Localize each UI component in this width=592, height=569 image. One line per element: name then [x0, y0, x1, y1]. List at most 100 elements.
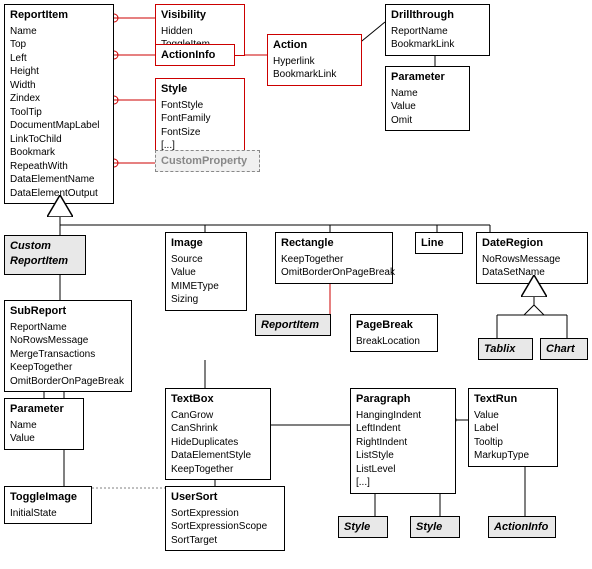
report-item-zindex: Zindex	[10, 92, 108, 106]
report-item-ref-box: ReportItem	[255, 314, 331, 336]
pagebreak-title: PageBreak	[356, 318, 432, 333]
rectangle-title: Rectangle	[281, 236, 387, 251]
line-title: Line	[421, 236, 457, 251]
image-mimetype: MIMEType	[171, 280, 241, 294]
report-item-box: ReportItem Name Top Left Height Width Zi…	[4, 4, 114, 204]
paragraph-listlevel: ListLevel	[356, 463, 450, 477]
chart-title: Chart	[546, 342, 582, 357]
rectangle-box: Rectangle KeepTogether OmitBorderOnPageB…	[275, 232, 393, 284]
drillthrough-reportname: ReportName	[391, 25, 484, 39]
report-item-height: Height	[10, 65, 108, 79]
textrun-value: Value	[474, 409, 552, 423]
usersort-box: UserSort SortExpression SortExpressionSc…	[165, 486, 285, 551]
rectangle-keeptogether: KeepTogether	[281, 253, 387, 267]
custom-property-box: CustomProperty	[155, 150, 260, 172]
paragraph-hangindent: HangingIndent	[356, 409, 450, 423]
parameter-top-name: Name	[391, 87, 464, 101]
textrun-label: Label	[474, 422, 552, 436]
style-ref2-box: Style	[410, 516, 460, 538]
report-item-width: Width	[10, 79, 108, 93]
style-fontfamily: FontFamily	[161, 112, 239, 126]
actioninfo-ref-title: ActionInfo	[494, 520, 550, 535]
report-item-linktochild: LinkToChild	[10, 133, 108, 147]
custom-report-item-title: CustomReportItem	[10, 239, 80, 269]
inheritance-triangle-dateregion	[521, 275, 547, 297]
parameter-top-omit: Omit	[391, 114, 464, 128]
paragraph-box: Paragraph HangingIndent LeftIndent Right…	[350, 388, 456, 494]
parameter-top-title: Parameter	[391, 70, 464, 85]
custom-property-title: CustomProperty	[161, 154, 254, 169]
paragraph-title: Paragraph	[356, 392, 450, 407]
image-sizing: Sizing	[171, 293, 241, 307]
subreport-mergetrans: MergeTransactions	[10, 348, 126, 362]
paragraph-rightindent: RightIndent	[356, 436, 450, 450]
image-title: Image	[171, 236, 241, 251]
drillthrough-box: Drillthrough ReportName BookmarkLink	[385, 4, 490, 56]
subreport-norows: NoRowsMessage	[10, 334, 126, 348]
tablix-box: Tablix	[478, 338, 533, 360]
usersort-sortexprscope: SortExpressionScope	[171, 520, 279, 534]
usersort-sorttarget: SortTarget	[171, 534, 279, 548]
paragraph-leftindent: LeftIndent	[356, 422, 450, 436]
drillthrough-bookmarklink: BookmarkLink	[391, 38, 484, 52]
parameter-sub-value: Value	[10, 432, 78, 446]
image-box: Image Source Value MIMEType Sizing	[165, 232, 247, 311]
pagebreak-box: PageBreak BreakLocation	[350, 314, 438, 352]
report-item-repeatwith: RepeathWith	[10, 160, 108, 174]
date-region-norows: NoRowsMessage	[482, 253, 582, 267]
parameter-sub-title: Parameter	[10, 402, 78, 417]
action-info-title: ActionInfo	[161, 48, 229, 63]
diagram: ReportItem Name Top Left Height Width Zi…	[0, 0, 592, 569]
textbox-canshrink: CanShrink	[171, 422, 265, 436]
chart-box: Chart	[540, 338, 588, 360]
action-bookmarklink: BookmarkLink	[273, 68, 356, 82]
drillthrough-title: Drillthrough	[391, 8, 484, 23]
report-item-title: ReportItem	[10, 8, 108, 23]
style-fontstyle: FontStyle	[161, 99, 239, 113]
textbox-hideduplicates: HideDuplicates	[171, 436, 265, 450]
custom-report-item-box: CustomReportItem	[4, 235, 86, 275]
usersort-sortexpr: SortExpression	[171, 507, 279, 521]
report-item-name: Name	[10, 25, 108, 39]
date-region-title: DateRegion	[482, 236, 582, 251]
inheritance-triangle-main	[47, 195, 73, 217]
image-value: Value	[171, 266, 241, 280]
style-ref2-title: Style	[416, 520, 454, 535]
style-box: Style FontStyle FontFamily FontSize [...…	[155, 78, 245, 157]
parameter-top-box: Parameter Name Value Omit	[385, 66, 470, 131]
usersort-title: UserSort	[171, 490, 279, 505]
style-fontsize: FontSize	[161, 126, 239, 140]
style-title: Style	[161, 82, 239, 97]
subreport-box: SubReport ReportName NoRowsMessage Merge…	[4, 300, 132, 392]
tablix-title: Tablix	[484, 342, 527, 357]
parameter-sub-box: Parameter Name Value	[4, 398, 84, 450]
action-title: Action	[273, 38, 356, 53]
textbox-cangrow: CanGrow	[171, 409, 265, 423]
action-hyperlink: Hyperlink	[273, 55, 356, 69]
report-item-ref-title: ReportItem	[261, 318, 325, 333]
textrun-title: TextRun	[474, 392, 552, 407]
toggleimage-title: ToggleImage	[10, 490, 86, 505]
toggleimage-initialstate: InitialState	[10, 507, 86, 521]
textrun-markuptype: MarkupType	[474, 449, 552, 463]
image-source: Source	[171, 253, 241, 267]
style-ref1-title: Style	[344, 520, 382, 535]
report-item-docmap: DocumentMapLabel	[10, 119, 108, 133]
subreport-keeptogether: KeepTogether	[10, 361, 126, 375]
action-info-box: ActionInfo	[155, 44, 235, 66]
paragraph-more: [...]	[356, 476, 450, 490]
rectangle-omitborder: OmitBorderOnPageBreak	[281, 266, 387, 280]
subreport-title: SubReport	[10, 304, 126, 319]
style-ref1-box: Style	[338, 516, 388, 538]
action-box: Action Hyperlink BookmarkLink	[267, 34, 362, 86]
report-item-tooltip: ToolTip	[10, 106, 108, 120]
subreport-omitborder: OmitBorderOnPageBreak	[10, 375, 126, 389]
subreport-reportname: ReportName	[10, 321, 126, 335]
textrun-tooltip: Tooltip	[474, 436, 552, 450]
actioninfo-ref-box: ActionInfo	[488, 516, 556, 538]
pagebreak-location: BreakLocation	[356, 335, 432, 349]
report-item-dataelname: DataElementName	[10, 173, 108, 187]
report-item-left: Left	[10, 52, 108, 66]
textbox-box: TextBox CanGrow CanShrink HideDuplicates…	[165, 388, 271, 480]
textbox-dataelstyle: DataElementStyle	[171, 449, 265, 463]
